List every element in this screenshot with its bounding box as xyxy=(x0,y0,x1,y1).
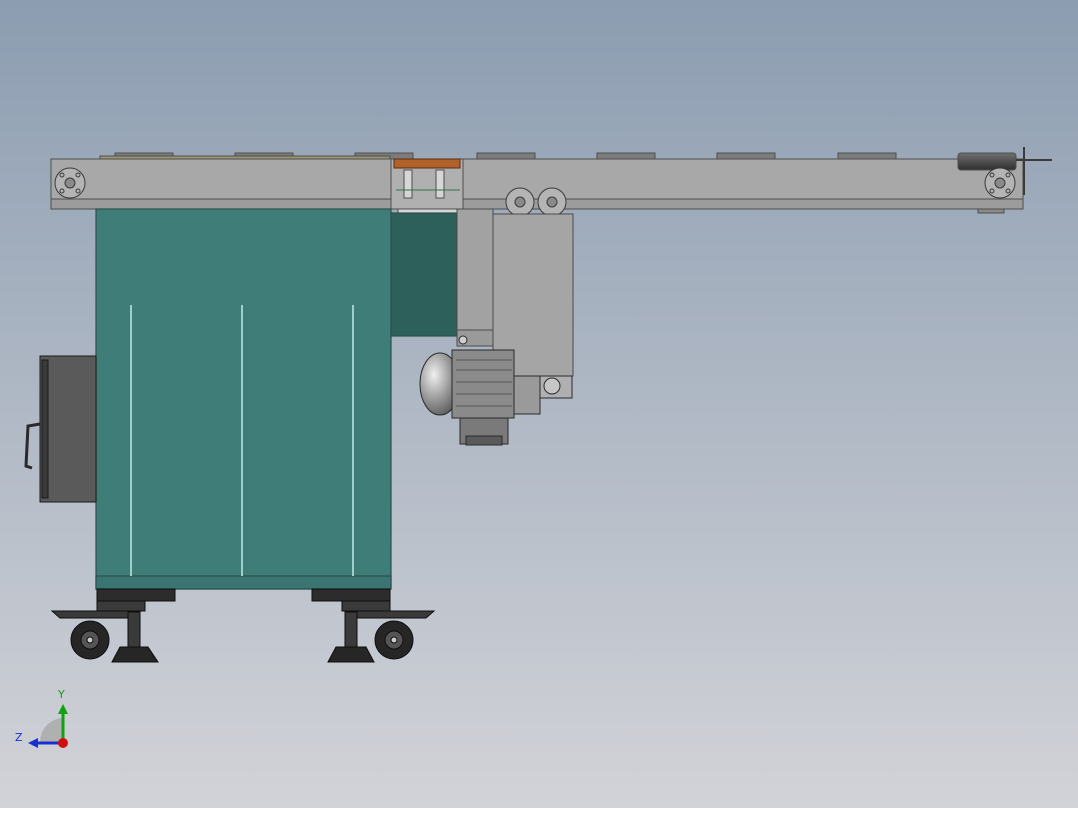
left-beam xyxy=(50,158,392,202)
cad-model-view xyxy=(0,0,1078,808)
end-roller xyxy=(957,152,1017,171)
y-axis-label: Y xyxy=(58,688,65,701)
x-axis-dot xyxy=(58,738,68,748)
cad-viewport[interactable]: Y Z xyxy=(0,0,1078,808)
joint-plate xyxy=(393,158,461,169)
z-axis-label: Z xyxy=(15,731,23,744)
